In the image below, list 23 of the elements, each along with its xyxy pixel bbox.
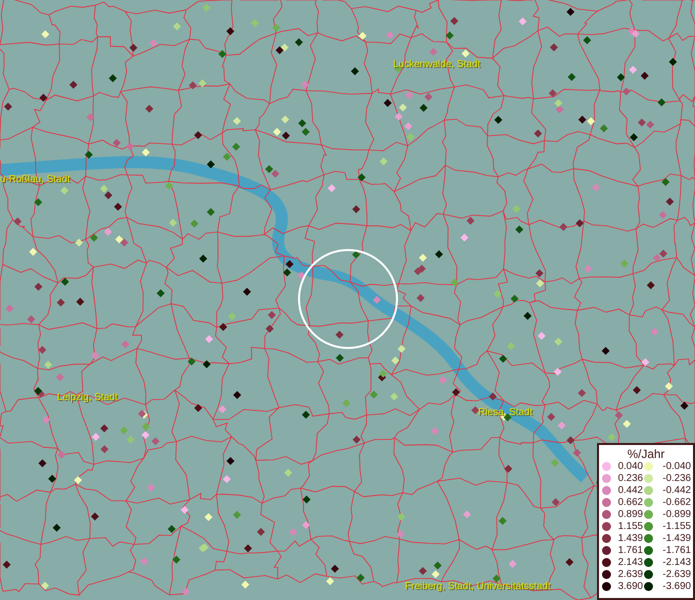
- legend-value: -0.662: [662, 497, 691, 508]
- legend-value: -1.439: [662, 533, 691, 544]
- legend-value: 1.761: [616, 545, 643, 556]
- legend-value: -0.442: [662, 485, 691, 496]
- legend-value: -0.899: [662, 509, 691, 520]
- legend-value: 0.442: [616, 485, 643, 496]
- legend-value: -2.143: [662, 557, 691, 568]
- legend-value: -0.040: [662, 461, 691, 472]
- legend-value: -2.639: [662, 569, 691, 580]
- legend-value: 0.662: [616, 497, 643, 508]
- legend-value: -1.155: [662, 521, 691, 532]
- legend-value: 0.899: [616, 509, 643, 520]
- legend-value: 1.155: [616, 521, 643, 532]
- legend-title: %/Jahr: [626, 447, 666, 461]
- legend-value: 0.236: [616, 473, 643, 484]
- legend-value: 3.690: [616, 581, 643, 592]
- legend-value: 2.143: [616, 557, 643, 568]
- legend-value: -1.761: [662, 545, 691, 556]
- legend-value: -3.690: [662, 581, 691, 592]
- legend-value: 1.439: [616, 533, 643, 544]
- legend-value: -0.236: [662, 473, 691, 484]
- legend-value: 2.639: [616, 569, 643, 580]
- legend-value: 0.040: [616, 461, 643, 472]
